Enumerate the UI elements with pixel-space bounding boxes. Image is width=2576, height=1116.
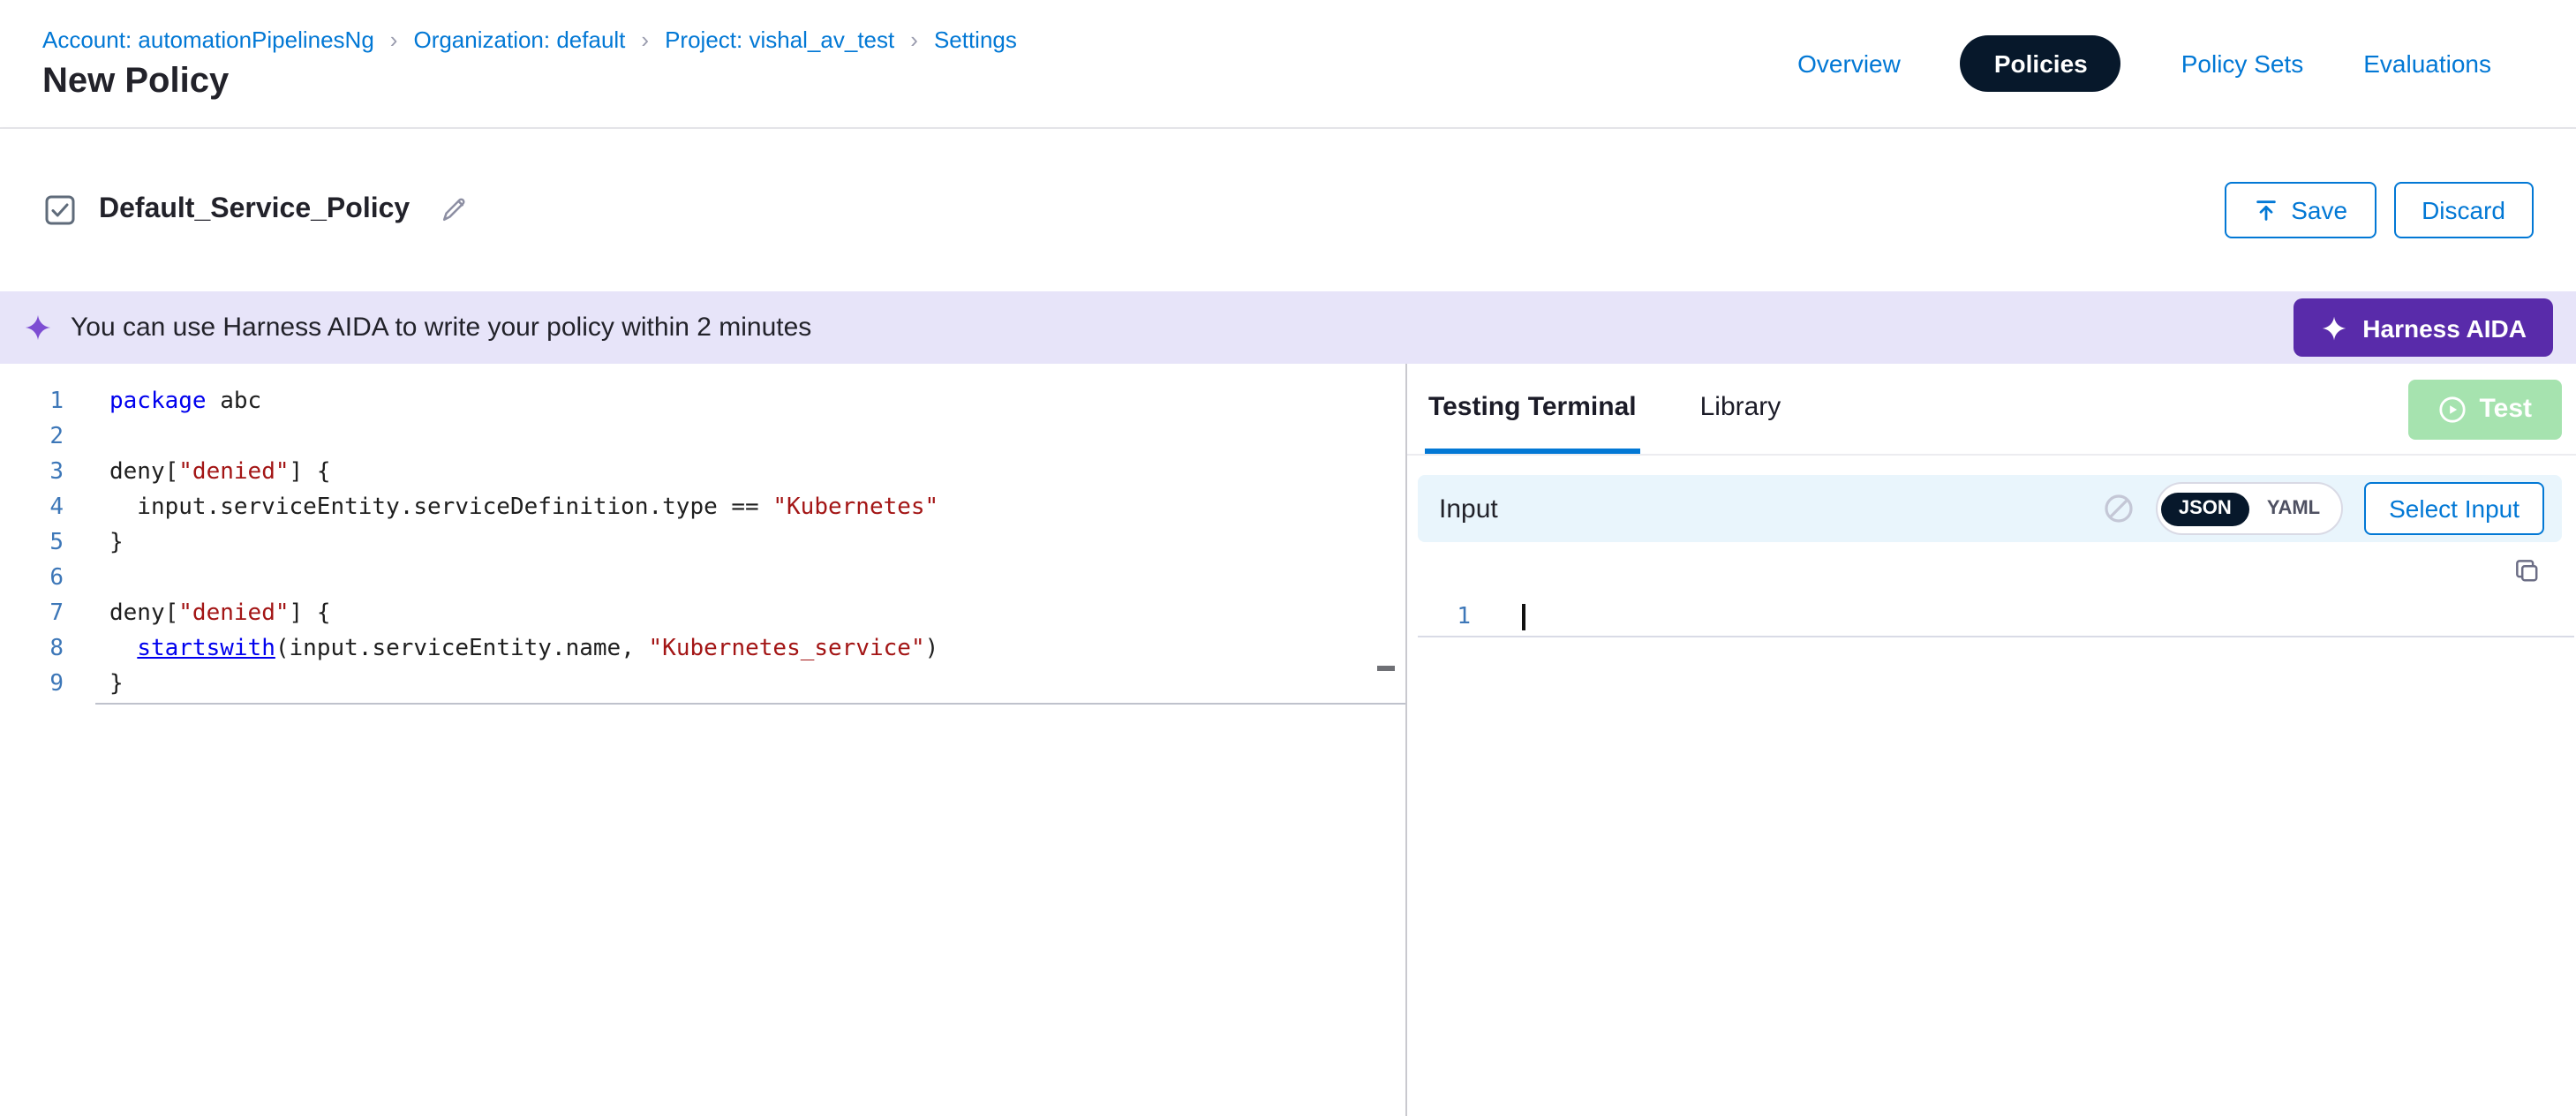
tab-library[interactable]: Library xyxy=(1697,364,1785,454)
code-line[interactable]: 5} xyxy=(0,526,1405,562)
edit-name-icon[interactable] xyxy=(438,194,470,226)
save-upload-icon xyxy=(2252,197,2278,223)
line-number: 4 xyxy=(0,491,71,526)
breadcrumb-item[interactable]: Organization: default xyxy=(413,26,625,53)
code-line[interactable]: 1 package abc xyxy=(0,385,1405,420)
page-header: Account: automationPipelinesNg › Organizat… xyxy=(0,0,2576,129)
nav-policy-sets[interactable]: Policy Sets xyxy=(2181,49,2304,78)
line-number: 7 xyxy=(0,597,71,632)
format-option-yaml[interactable]: YAML xyxy=(2249,492,2338,525)
format-option-json[interactable]: JSON xyxy=(2161,492,2249,525)
save-button-label: Save xyxy=(2291,196,2347,224)
breadcrumb-item[interactable]: Project: vishal_av_test xyxy=(665,26,894,53)
line-number: 5 xyxy=(0,526,71,562)
code-line[interactable]: 2 xyxy=(0,420,1405,456)
test-button-label: Test xyxy=(2480,394,2532,424)
main-content: 1package abc23deny["denied"] {4 input.se… xyxy=(0,364,2576,1116)
policy-code-lines: 1package abc23deny["denied"] {4 input.se… xyxy=(0,385,1405,703)
policy-code-editor[interactable]: 1package abc23deny["denied"] {4 input.se… xyxy=(0,364,1407,1116)
select-input-button[interactable]: Select Input xyxy=(2364,482,2544,535)
testing-panel-tabs-row: Testing Terminal Library Test xyxy=(1407,364,2576,456)
aida-banner-message-wrap: You can use Harness AIDA to write your p… xyxy=(23,313,811,343)
discard-button[interactable]: Discard xyxy=(2393,182,2534,238)
clear-input-icon[interactable] xyxy=(2103,493,2135,524)
text-caret xyxy=(1522,604,1525,630)
test-button[interactable]: Test xyxy=(2409,379,2562,439)
code-line-text: } xyxy=(109,526,124,562)
input-line-number: 1 xyxy=(1418,599,1478,636)
nav-overview[interactable]: Overview xyxy=(1797,49,1901,78)
input-bar-controls: JSONYAML Select Input xyxy=(2103,482,2544,535)
line-number: 8 xyxy=(0,632,71,667)
discard-button-label: Discard xyxy=(2422,196,2505,224)
policy-identity: Default_Service_Policy xyxy=(42,192,470,228)
input-editor-line[interactable]: 1 xyxy=(1418,599,2574,637)
nav-evaluations[interactable]: Evaluations xyxy=(2363,49,2491,78)
line-number: 3 xyxy=(0,456,71,491)
breadcrumb-separator: › xyxy=(910,26,918,53)
code-line[interactable]: 8 startswith(input.serviceEntity.name, "… xyxy=(0,632,1405,667)
code-line[interactable]: 7 deny["denied"] { xyxy=(0,597,1405,632)
input-editor[interactable]: 1 xyxy=(1407,542,2576,1116)
toolbar-actions: Save Discard xyxy=(2224,182,2534,238)
tabs-spacer xyxy=(1841,364,2408,454)
save-button[interactable]: Save xyxy=(2224,182,2376,238)
aida-button-label: Harness AIDA xyxy=(2362,313,2527,342)
line-number: 9 xyxy=(0,667,71,703)
header-nav: Overview Policies Policy Sets Evaluations xyxy=(1797,35,2491,92)
format-toggle: JSONYAML xyxy=(2156,482,2343,535)
breadcrumb: Account: automationPipelinesNg › Organizat… xyxy=(42,26,1017,53)
code-line-text: startswith(input.serviceEntity.name, "Ku… xyxy=(109,632,938,667)
aida-sparkle-icon xyxy=(23,313,53,343)
line-number: 6 xyxy=(0,562,71,597)
copy-icon[interactable] xyxy=(2512,556,2541,584)
testing-panel-tabs: Testing Terminal Library xyxy=(1425,364,1841,454)
code-line[interactable]: 4 input.serviceEntity.serviceDefinition.… xyxy=(0,491,1405,526)
breadcrumb-item[interactable]: Settings xyxy=(934,26,1017,53)
line-number: 1 xyxy=(0,385,71,420)
code-line[interactable]: 6 xyxy=(0,562,1405,597)
page-title: New Policy xyxy=(42,62,1017,101)
breadcrumb-item[interactable]: Account: automationPipelinesNg xyxy=(42,26,374,53)
aida-banner: You can use Harness AIDA to write your p… xyxy=(0,291,2576,364)
input-section-bar: Input JSONYAML Select Input xyxy=(1418,475,2562,542)
line-number: 2 xyxy=(0,420,71,456)
header-left: Account: automationPipelinesNg › Organizat… xyxy=(42,26,1017,101)
code-line-text: package abc xyxy=(109,385,261,420)
nav-policies[interactable]: Policies xyxy=(1961,35,2121,92)
code-line-text: deny["denied"] { xyxy=(109,597,331,632)
code-line-text: input.serviceEntity.serviceDefinition.ty… xyxy=(109,491,938,526)
select-input-label: Select Input xyxy=(2389,494,2520,523)
code-line-text: } xyxy=(109,667,124,703)
testing-panel: Testing Terminal Library Test Input xyxy=(1407,364,2576,1116)
aida-banner-message: You can use Harness AIDA to write your p… xyxy=(71,313,811,343)
breadcrumb-separator: › xyxy=(641,26,649,53)
overview-ruler-cursor-mark xyxy=(1377,666,1395,671)
tab-testing-terminal[interactable]: Testing Terminal xyxy=(1425,364,1640,454)
policy-editor-page: Account: automationPipelinesNg › Organizat… xyxy=(0,0,2576,1116)
policy-check-icon xyxy=(42,192,78,228)
policy-name: Default_Service_Policy xyxy=(99,194,410,226)
current-line-rule xyxy=(95,703,1405,705)
harness-aida-button[interactable]: Harness AIDA xyxy=(2294,298,2553,357)
aida-button-sparkle-icon xyxy=(2320,313,2348,342)
play-circle-icon xyxy=(2439,395,2467,423)
code-line[interactable]: 3 deny["denied"] { xyxy=(0,456,1405,491)
policy-toolbar: Default_Service_Policy Save Discard xyxy=(0,129,2576,291)
code-line[interactable]: 9} xyxy=(0,667,1405,703)
code-line-text: deny["denied"] { xyxy=(109,456,331,491)
breadcrumb-separator: › xyxy=(390,26,398,53)
input-section-label: Input xyxy=(1439,494,1498,524)
